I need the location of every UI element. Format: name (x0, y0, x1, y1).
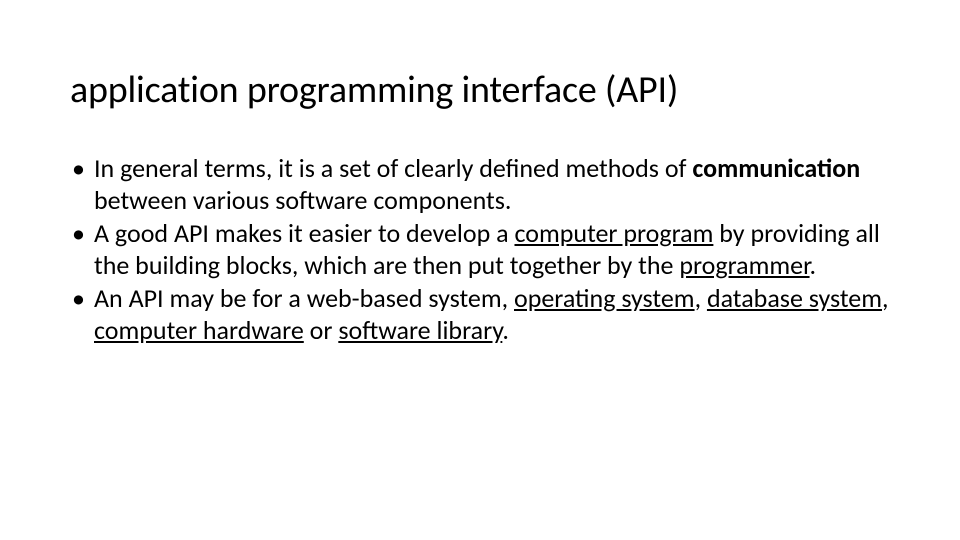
bullet-icon: • (70, 282, 94, 347)
bullet-text: A good API makes it easier to develop a … (94, 217, 890, 282)
bullet-text: In general terms, it is a set of clearly… (94, 152, 890, 217)
bullet-item: • An API may be for a web-based system, … (70, 282, 890, 347)
bullet-icon: • (70, 152, 94, 217)
bullet-item: • A good API makes it easier to develop … (70, 217, 890, 282)
bullet-item: • In general terms, it is a set of clear… (70, 152, 890, 217)
slide: application programming interface (API) … (0, 0, 960, 540)
slide-title: application programming interface (API) (70, 70, 890, 112)
slide-body: • In general terms, it is a set of clear… (70, 152, 890, 347)
bullet-text: An API may be for a web-based system, op… (94, 282, 890, 347)
bullet-icon: • (70, 217, 94, 282)
